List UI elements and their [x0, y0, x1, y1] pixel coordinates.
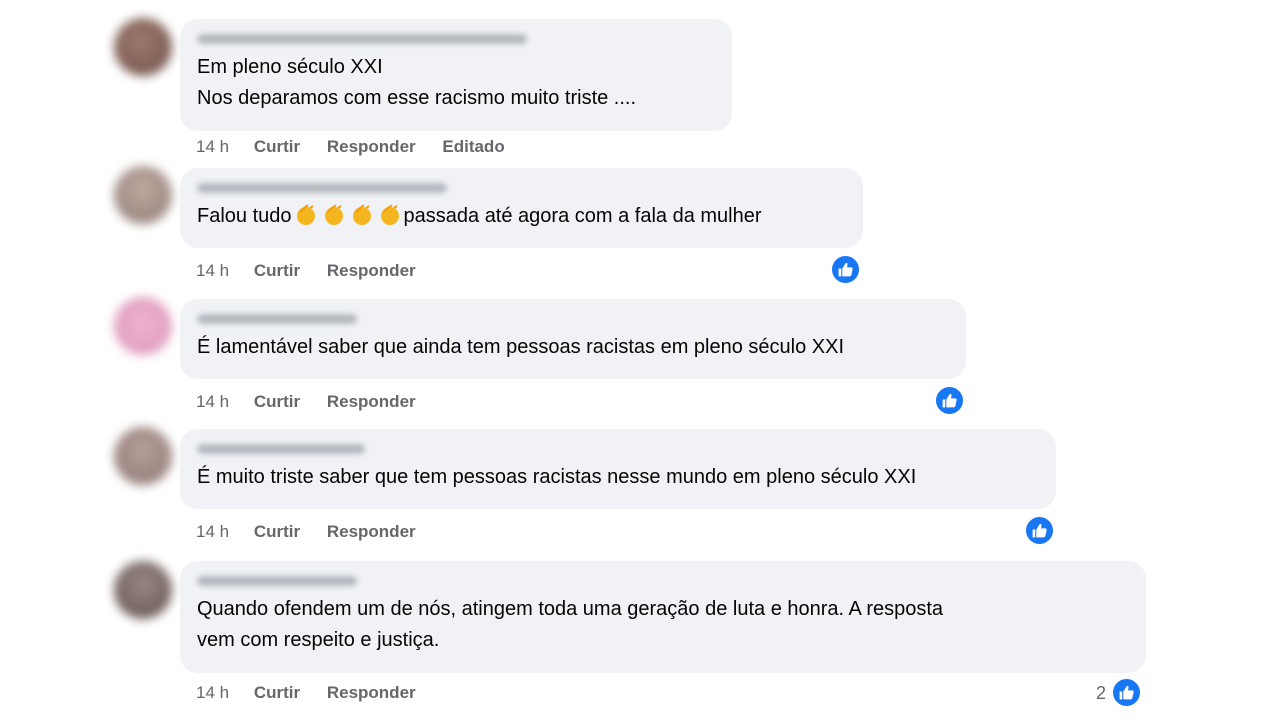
clapping-hands-icon — [380, 204, 399, 225]
avatar[interactable] — [114, 166, 172, 224]
comment-text-line: Quando ofendem um de nós, atingem toda u… — [197, 598, 944, 620]
comment-text-line: Nos deparamos com esse racismo muito tri… — [197, 87, 637, 109]
comment-text-start: Falou tudo — [197, 205, 292, 227]
avatar[interactable] — [114, 561, 172, 619]
comment-meta: 14 h Curtir Responder — [196, 683, 438, 703]
clapping-hands-icon — [324, 204, 343, 225]
like-link[interactable]: Curtir — [254, 683, 300, 703]
avatar[interactable] — [114, 297, 172, 355]
reply-link[interactable]: Responder — [327, 261, 416, 281]
comment-text-line: vem com respeito e justiça. — [197, 629, 440, 651]
reply-link[interactable]: Responder — [327, 683, 416, 703]
like-reaction-icon[interactable] — [934, 385, 965, 416]
clapping-hands-icon — [352, 204, 371, 225]
comment-bubble: É muito triste saber que tem pessoas rac… — [180, 429, 1056, 509]
comment-timestamp[interactable]: 14 h — [196, 137, 229, 157]
comment-timestamp[interactable]: 14 h — [196, 392, 229, 412]
author-name-blurred[interactable] — [197, 444, 365, 454]
like-reaction-icon[interactable] — [1111, 677, 1142, 708]
reply-link[interactable]: Responder — [327, 522, 416, 542]
like-reaction-icon[interactable] — [830, 254, 861, 285]
like-link[interactable]: Curtir — [254, 137, 300, 157]
comment-bubble: Falou tudo passada até agora com a fala d… — [180, 168, 863, 248]
comment-timestamp[interactable]: 14 h — [196, 683, 229, 703]
like-link[interactable]: Curtir — [254, 261, 300, 281]
comment-text-line: É lamentável saber que ainda tem pessoas… — [197, 336, 845, 358]
comment-bubble: Em pleno século XXI Nos deparamos com es… — [180, 19, 732, 131]
like-link[interactable]: Curtir — [254, 522, 300, 542]
comment-thread: Em pleno século XXI Nos deparamos com es… — [0, 0, 1280, 720]
reply-link[interactable]: Responder — [327, 392, 416, 412]
comment-bubble: É lamentável saber que ainda tem pessoas… — [180, 299, 966, 379]
like-reaction-icon[interactable] — [1024, 515, 1055, 546]
comment-meta: 14 h Curtir Responder — [196, 522, 438, 542]
author-name-blurred[interactable] — [197, 34, 527, 44]
avatar[interactable] — [114, 427, 172, 485]
comment-text-line: Em pleno século XXI — [197, 56, 383, 78]
comment-timestamp[interactable]: 14 h — [196, 261, 229, 281]
clapping-hands-icon — [296, 204, 315, 225]
avatar[interactable] — [114, 18, 172, 76]
comment-timestamp[interactable]: 14 h — [196, 522, 229, 542]
author-name-blurred[interactable] — [197, 576, 357, 586]
comment-bubble: Quando ofendem um de nós, atingem toda u… — [180, 561, 1146, 673]
comment-text-line: É muito triste saber que tem pessoas rac… — [197, 466, 917, 488]
comment-text-line: Falou tudo passada até agora com a fala d… — [197, 201, 846, 232]
author-name-blurred[interactable] — [197, 314, 357, 324]
author-name-blurred[interactable] — [197, 183, 447, 193]
reply-link[interactable]: Responder — [327, 137, 416, 157]
comment-meta: 14 h Curtir Responder — [196, 392, 438, 412]
reaction-count[interactable]: 2 — [1096, 683, 1106, 704]
like-link[interactable]: Curtir — [254, 392, 300, 412]
comment-text-end: passada até agora com a fala da mulher — [403, 205, 762, 227]
comment-meta: 14 h Curtir Responder Editado — [196, 137, 527, 157]
comment-meta: 14 h Curtir Responder — [196, 261, 438, 281]
edited-label[interactable]: Editado — [442, 137, 504, 157]
